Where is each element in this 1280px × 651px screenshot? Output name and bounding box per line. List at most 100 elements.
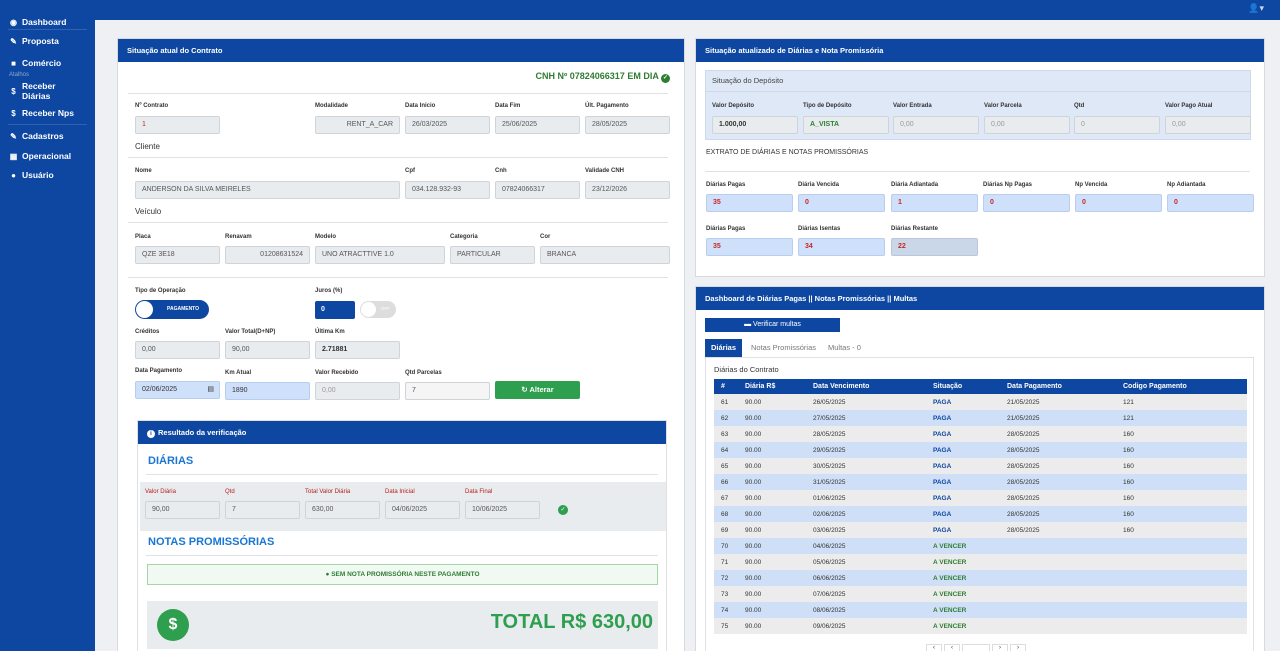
page-next-icon[interactable]: › xyxy=(1010,644,1026,651)
np-adiantada-field[interactable]: 0 xyxy=(1167,194,1254,212)
label-modalidade: Modalidade xyxy=(315,103,349,109)
table-row[interactable]: 72 90.00 06/06/2025 A VENCER xyxy=(714,570,1247,586)
table-cell: 90.00 xyxy=(738,602,806,618)
table-row[interactable]: 71 90.00 05/06/2025 A VENCER xyxy=(714,554,1247,570)
table-cell: 90.00 xyxy=(738,618,806,634)
tab-notas-promissorias[interactable]: Notas Promissórias xyxy=(751,339,816,357)
validade-cnh-field[interactable]: 23/12/2026 xyxy=(585,181,670,199)
table-cell xyxy=(1116,538,1247,554)
table-row[interactable]: 69 90.00 03/06/2025 PAGA 28/05/2025 160 xyxy=(714,522,1247,538)
check-circle-icon: ✓ xyxy=(558,505,568,515)
nome-field[interactable]: ANDERSON DA SILVA MEIRELES xyxy=(135,181,400,199)
cpf-field[interactable]: 034.128.932-93 xyxy=(405,181,490,199)
tab-diarias[interactable]: Diárias xyxy=(705,339,742,357)
column-header[interactable]: # xyxy=(714,379,738,394)
column-header[interactable]: Codigo Pagamento xyxy=(1116,379,1247,394)
table-cell xyxy=(1000,570,1116,586)
modelo-field[interactable]: UNO ATRACTTIVE 1.0 xyxy=(315,246,445,264)
ultima-km-field[interactable]: 2.71881 xyxy=(315,341,400,359)
sidebar-item-cadastros[interactable]: ✎ Cadastros xyxy=(0,125,95,147)
calendar-icon[interactable]: ▤ xyxy=(207,382,214,398)
table-row[interactable]: 70 90.00 04/06/2025 A VENCER xyxy=(714,538,1247,554)
placa-field[interactable]: QZE 3E18 xyxy=(135,246,220,264)
contract-number-field[interactable]: 1 xyxy=(135,116,220,134)
qtd-deposito-field[interactable]: 0 xyxy=(1074,116,1160,134)
sidebar-item-operacional[interactable]: ▦ Operacional xyxy=(0,147,95,165)
diarias-np-pagas-field[interactable]: 0 xyxy=(983,194,1070,212)
creditos-field[interactable]: 0,00 xyxy=(135,341,220,359)
diarias-pagas-2-field[interactable]: 35 xyxy=(706,238,793,256)
table-row[interactable]: 66 90.00 31/05/2025 PAGA 28/05/2025 160 xyxy=(714,474,1247,490)
table-row[interactable]: 65 90.00 30/05/2025 PAGA 28/05/2025 160 xyxy=(714,458,1247,474)
modalidade-field[interactable]: RENT_A_CAR xyxy=(315,116,400,134)
data-inicial-field[interactable]: 04/06/2025 xyxy=(385,501,460,519)
sidebar-item-receber-nps[interactable]: $ Receber Nps xyxy=(0,102,95,124)
table-cell: PAGA xyxy=(926,506,1000,522)
valor-deposito-field[interactable]: 1.000,00 xyxy=(712,116,798,134)
page-next-icon[interactable]: › xyxy=(992,644,1008,651)
diarias-isentas-field[interactable]: 34 xyxy=(798,238,885,256)
label-data-inicio: Data Inicio xyxy=(405,103,436,109)
table-row[interactable]: 62 90.00 27/05/2025 PAGA 21/05/2025 121 xyxy=(714,410,1247,426)
table-row[interactable]: 75 90.00 09/06/2025 A VENCER xyxy=(714,618,1247,634)
column-header[interactable]: Data Pagamento xyxy=(1000,379,1116,394)
data-fim-field[interactable]: 25/06/2025 xyxy=(495,116,580,134)
sidebar-item-dashboard[interactable]: ◉ Dashboard xyxy=(0,15,95,29)
alterar-button[interactable]: ↻ Alterar xyxy=(495,381,580,399)
valor-recebido-field[interactable]: 0,00 xyxy=(315,382,400,400)
table-row[interactable]: 74 90.00 08/06/2025 A VENCER xyxy=(714,602,1247,618)
table-row[interactable]: 67 90.00 01/06/2025 PAGA 28/05/2025 160 xyxy=(714,490,1247,506)
diarias-pagas-field[interactable]: 35 xyxy=(706,194,793,212)
page-current[interactable] xyxy=(962,644,990,651)
table-cell: 71 xyxy=(714,554,738,570)
juros-toggle[interactable]: OFF xyxy=(360,301,396,318)
cnh-field[interactable]: 07824066317 xyxy=(495,181,580,199)
table-row[interactable]: 68 90.00 02/06/2025 PAGA 28/05/2025 160 xyxy=(714,506,1247,522)
renavam-field[interactable]: 01208631524 xyxy=(225,246,310,264)
table-row[interactable]: 73 90.00 07/06/2025 A VENCER xyxy=(714,586,1247,602)
qtd-parcelas-field[interactable]: 7 xyxy=(405,382,490,400)
column-header[interactable]: Diária R$ xyxy=(738,379,806,394)
page-prev-icon[interactable]: ‹ xyxy=(944,644,960,651)
km-atual-field[interactable]: 1890 xyxy=(225,382,310,400)
sidebar-item-usuario[interactable]: ● Usuário xyxy=(0,165,95,185)
valor-total-field[interactable]: 90,00 xyxy=(225,341,310,359)
column-header[interactable]: Situação xyxy=(926,379,1000,394)
data-pagamento-field[interactable]: 02/06/2025 ▤ xyxy=(135,381,220,399)
label-renavam: Renavam xyxy=(225,234,252,240)
data-final-field[interactable]: 10/06/2025 xyxy=(465,501,540,519)
valor-entrada-field[interactable]: 0,00 xyxy=(893,116,979,134)
tipo-deposito-field[interactable]: A_VISTA xyxy=(803,116,889,134)
valor-diaria-field[interactable]: 90,00 xyxy=(145,501,220,519)
valor-pago-atual-field[interactable]: 0,00 xyxy=(1165,116,1251,134)
column-header[interactable]: Data Vencimento xyxy=(806,379,926,394)
ult-pagamento-field[interactable]: 28/05/2025 xyxy=(585,116,670,134)
sidebar-item-receber-diarias[interactable]: $ Receber Diárias xyxy=(0,80,95,102)
qtd-field[interactable]: 7 xyxy=(225,501,300,519)
table-row[interactable]: 63 90.00 28/05/2025 PAGA 28/05/2025 160 xyxy=(714,426,1247,442)
label-data-final: Data Final xyxy=(465,489,493,495)
table-cell: A VENCER xyxy=(926,554,1000,570)
diaria-vencida-field[interactable]: 0 xyxy=(798,194,885,212)
table-cell: 90.00 xyxy=(738,586,806,602)
diarias-restante-field[interactable]: 22 xyxy=(891,238,978,256)
cor-field[interactable]: BRANCA xyxy=(540,246,670,264)
sidebar-item-proposta[interactable]: ✎ Proposta xyxy=(0,30,95,52)
tipo-operacao-toggle[interactable]: PAGAMENTO xyxy=(135,300,209,319)
verificar-multas-button[interactable]: ▬ Verificar multas xyxy=(705,318,840,332)
data-inicio-field[interactable]: 26/03/2025 xyxy=(405,116,490,134)
vehicle-section-title: Veículo xyxy=(135,207,162,216)
table-row[interactable]: 64 90.00 29/05/2025 PAGA 28/05/2025 160 xyxy=(714,442,1247,458)
tab-multas[interactable]: Multas - 0 xyxy=(828,339,861,357)
categoria-field[interactable]: PARTICULAR xyxy=(450,246,535,264)
juros-field[interactable]: 0 xyxy=(315,301,355,319)
total-valor-diaria-field[interactable]: 630,00 xyxy=(305,501,380,519)
table-cell: PAGA xyxy=(926,490,1000,506)
label-diaria-adiantada: Diária Adiantada xyxy=(891,182,939,188)
np-vencida-field[interactable]: 0 xyxy=(1075,194,1162,212)
table-row[interactable]: 61 90.00 26/05/2025 PAGA 21/05/2025 121 xyxy=(714,394,1247,410)
page-prev-icon[interactable]: ‹ xyxy=(926,644,942,651)
valor-parcela-field[interactable]: 0,00 xyxy=(984,116,1070,134)
diaria-adiantada-field[interactable]: 1 xyxy=(891,194,978,212)
user-menu-icon[interactable]: 👤▾ xyxy=(1248,3,1264,14)
